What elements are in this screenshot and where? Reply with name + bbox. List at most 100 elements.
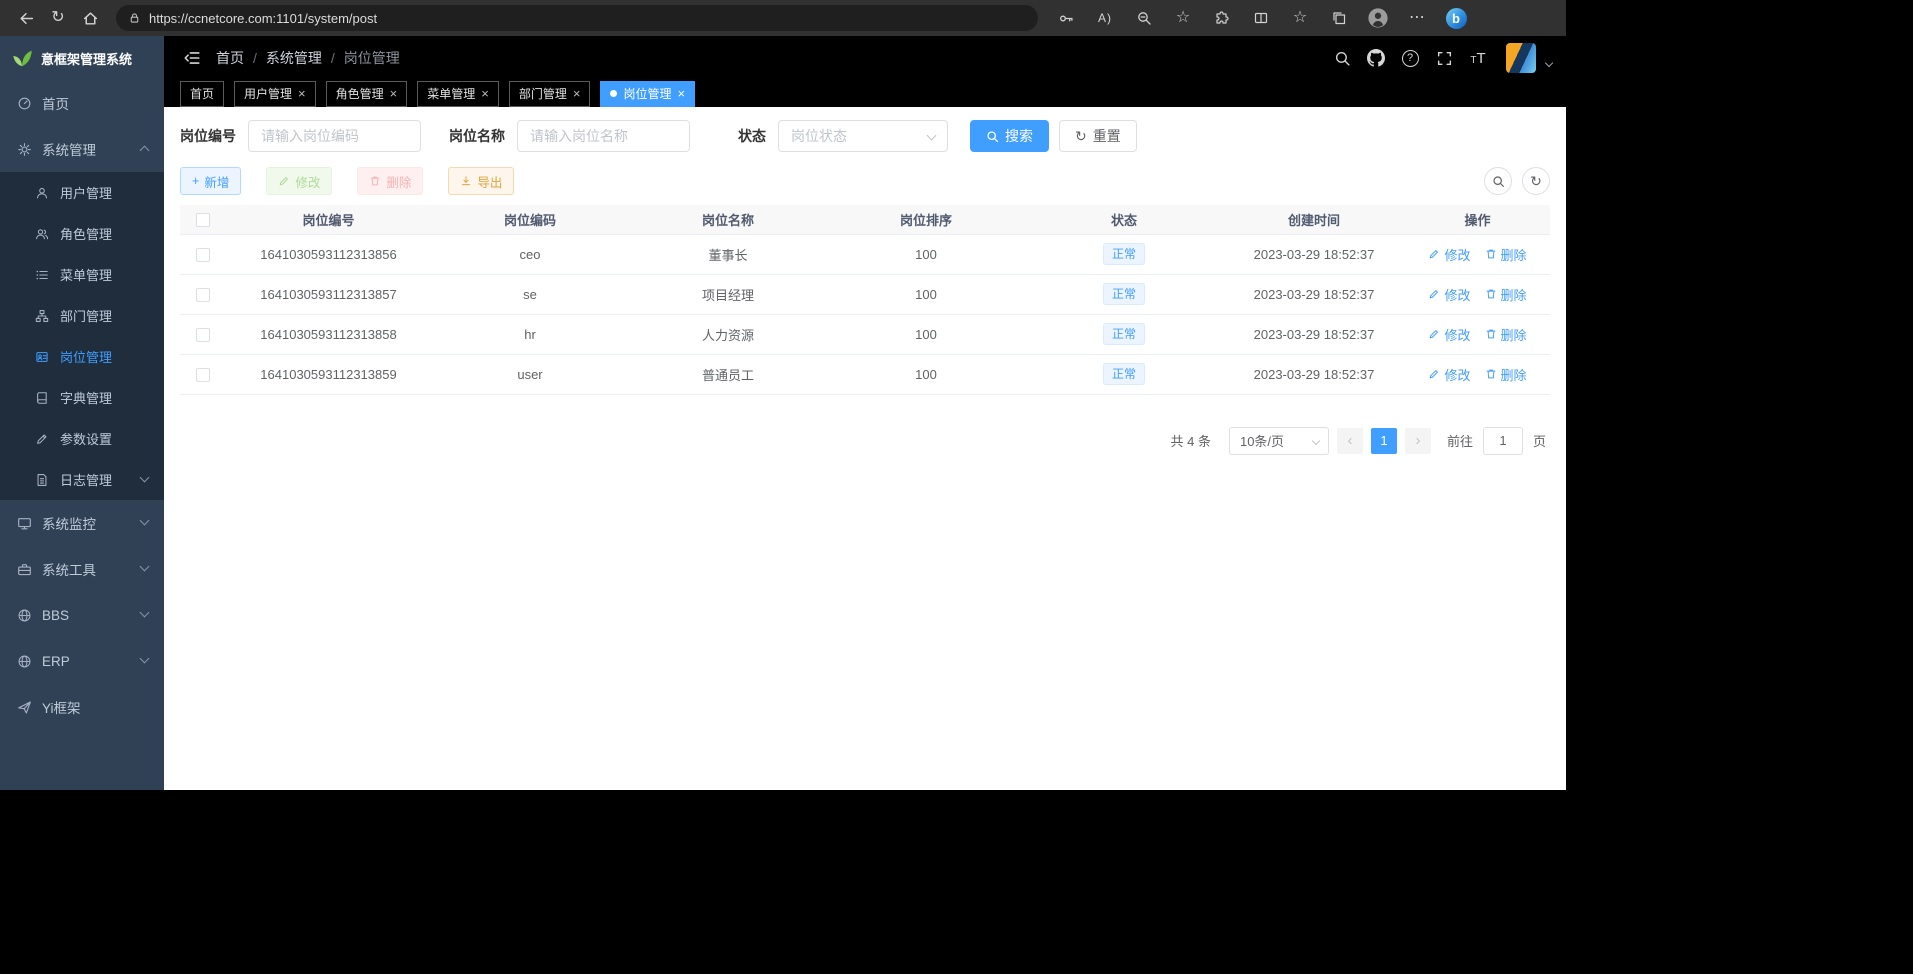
tab-home[interactable]: 首页 xyxy=(180,81,224,107)
row-checkbox[interactable] xyxy=(196,288,210,302)
refresh-icon[interactable]: ↻ xyxy=(42,3,74,33)
tab-role-mgmt[interactable]: 角色管理 × xyxy=(326,81,408,107)
prev-page-button[interactable]: ‹ xyxy=(1337,428,1363,454)
tab-user-mgmt[interactable]: 用户管理 × xyxy=(234,81,316,107)
export-button[interactable]: 导出 xyxy=(448,167,514,195)
address-bar[interactable]: https://ccnetcore.com:1101/system/post xyxy=(116,5,1038,31)
row-edit-link[interactable]: 修改 xyxy=(1428,325,1470,344)
sidebar-item-post-mgmt[interactable]: 岗位管理 xyxy=(0,336,164,377)
chevron-up-icon xyxy=(140,146,150,156)
table-row[interactable]: 1641030593112313858 hr 人力资源 100 正常 2023-… xyxy=(180,314,1550,354)
breadcrumb-item[interactable]: 系统管理 xyxy=(266,48,322,68)
sidebar-toggle-icon[interactable] xyxy=(178,44,206,72)
github-icon[interactable] xyxy=(1362,44,1390,72)
sidebar-item-log-mgmt[interactable]: 日志管理 xyxy=(0,459,164,500)
more-icon[interactable]: ⋯ xyxy=(1401,3,1433,33)
collections-icon[interactable] xyxy=(1323,3,1355,33)
read-aloud-icon[interactable]: A) xyxy=(1089,3,1121,33)
tab-dept-mgmt[interactable]: 部门管理 × xyxy=(509,81,591,107)
split-screen-icon[interactable] xyxy=(1245,3,1277,33)
page-size-select[interactable]: 10条/页 xyxy=(1229,427,1329,455)
tab-close-icon[interactable]: × xyxy=(573,87,581,100)
breadcrumb: 首页 / 系统管理 / 岗位管理 xyxy=(216,48,400,68)
extensions-icon[interactable] xyxy=(1206,3,1238,33)
row-delete-link[interactable]: 删除 xyxy=(1485,365,1527,384)
row-edit-link[interactable]: 修改 xyxy=(1428,285,1470,304)
home-icon[interactable] xyxy=(74,3,106,33)
chevron-down-icon[interactable] xyxy=(1545,59,1553,67)
toggle-search-button[interactable] xyxy=(1484,167,1512,195)
favorites-icon[interactable]: ☆ xyxy=(1284,3,1316,33)
app-logo[interactable]: 意框架管理系统 xyxy=(0,36,164,80)
delete-button[interactable]: 删除 xyxy=(357,167,423,195)
sidebar-item-user-mgmt[interactable]: 用户管理 xyxy=(0,172,164,213)
cell-created-time: 2023-03-29 18:52:37 xyxy=(1254,247,1375,262)
reset-button[interactable]: ↻ 重置 xyxy=(1059,120,1137,152)
sidebar-item-home[interactable]: 首页 xyxy=(0,80,164,126)
users-icon xyxy=(34,226,50,242)
user-avatar[interactable] xyxy=(1506,43,1536,73)
sidebar-item-param-settings[interactable]: 参数设置 xyxy=(0,418,164,459)
post-code-input[interactable] xyxy=(248,120,421,152)
edit-button[interactable]: 修改 xyxy=(266,167,332,195)
row-delete-link[interactable]: 删除 xyxy=(1485,325,1527,344)
row-checkbox[interactable] xyxy=(196,248,210,262)
search-button[interactable]: 搜索 xyxy=(970,120,1049,152)
sidebar-item-bbs[interactable]: BBS xyxy=(0,592,164,638)
row-edit-link[interactable]: 修改 xyxy=(1428,245,1470,264)
tab-close-icon[interactable]: × xyxy=(677,87,685,100)
table-row[interactable]: 1641030593112313856 ceo 董事长 100 正常 2023-… xyxy=(180,234,1550,274)
tab-menu-mgmt[interactable]: 菜单管理 × xyxy=(417,81,499,107)
sidebar-item-erp[interactable]: ERP xyxy=(0,638,164,684)
sidebar-item-menu-mgmt[interactable]: 菜单管理 xyxy=(0,254,164,295)
sidebar-item-system-tools[interactable]: 系统工具 xyxy=(0,546,164,592)
breadcrumb-separator: / xyxy=(253,50,257,66)
site-info-icon[interactable] xyxy=(128,11,141,25)
help-icon[interactable]: ? xyxy=(1396,44,1424,72)
chevron-down-icon xyxy=(140,473,150,483)
page-number-button[interactable]: 1 xyxy=(1371,428,1397,454)
row-checkbox[interactable] xyxy=(196,328,210,342)
sidebar-item-dict-mgmt[interactable]: 字典管理 xyxy=(0,377,164,418)
add-button[interactable]: + 新增 xyxy=(180,167,241,195)
column-header-label: 操作 xyxy=(1464,213,1490,228)
sidebar-item-yi-framework[interactable]: Yi框架 xyxy=(0,684,164,730)
sidebar-item-label: ERP xyxy=(42,654,70,669)
sidebar-item-role-mgmt[interactable]: 角色管理 xyxy=(0,213,164,254)
back-icon[interactable] xyxy=(10,3,42,33)
sidebar-item-dept-mgmt[interactable]: 部门管理 xyxy=(0,295,164,336)
column-header-label: 岗位名称 xyxy=(702,213,754,228)
sidebar-item-label: 部门管理 xyxy=(60,306,112,325)
copilot-icon[interactable]: b xyxy=(1440,3,1472,33)
select-all-checkbox[interactable] xyxy=(196,213,210,227)
next-page-button[interactable]: › xyxy=(1405,428,1431,454)
browser-toolbar: ↻ https://ccnetcore.com:1101/system/post… xyxy=(0,0,1566,36)
edit-icon xyxy=(34,431,50,447)
tab-post-mgmt[interactable]: 岗位管理 × xyxy=(600,81,695,107)
search-icon[interactable] xyxy=(1328,44,1356,72)
goto-page-input[interactable] xyxy=(1483,427,1523,455)
fullscreen-icon[interactable] xyxy=(1430,44,1458,72)
tab-close-icon[interactable]: × xyxy=(390,87,398,100)
sidebar-item-system-monitor[interactable]: 系统监控 xyxy=(0,500,164,546)
row-delete-link[interactable]: 删除 xyxy=(1485,245,1527,264)
goto-label: 前往 xyxy=(1447,431,1473,450)
row-delete-link[interactable]: 删除 xyxy=(1485,285,1527,304)
add-favorite-icon[interactable]: ☆ xyxy=(1167,3,1199,33)
status-select[interactable]: 岗位状态 xyxy=(778,120,948,152)
key-icon[interactable] xyxy=(1050,3,1082,33)
table-row[interactable]: 1641030593112313857 se 项目经理 100 正常 2023-… xyxy=(180,274,1550,314)
row-checkbox[interactable] xyxy=(196,368,210,382)
profile-avatar[interactable] xyxy=(1362,3,1394,33)
tab-close-icon[interactable]: × xyxy=(481,87,489,100)
row-edit-link[interactable]: 修改 xyxy=(1428,365,1470,384)
refresh-table-button[interactable]: ↻ xyxy=(1522,167,1550,195)
refresh-glyph: ↻ xyxy=(1075,128,1087,145)
font-size-icon[interactable]: TT xyxy=(1464,44,1492,72)
breadcrumb-item[interactable]: 首页 xyxy=(216,48,244,68)
tab-close-icon[interactable]: × xyxy=(298,87,306,100)
table-row[interactable]: 1641030593112313859 user 普通员工 100 正常 202… xyxy=(180,354,1550,394)
sidebar-item-system-mgmt[interactable]: 系统管理 xyxy=(0,126,164,172)
zoom-icon[interactable] xyxy=(1128,3,1160,33)
post-name-input[interactable] xyxy=(517,120,690,152)
